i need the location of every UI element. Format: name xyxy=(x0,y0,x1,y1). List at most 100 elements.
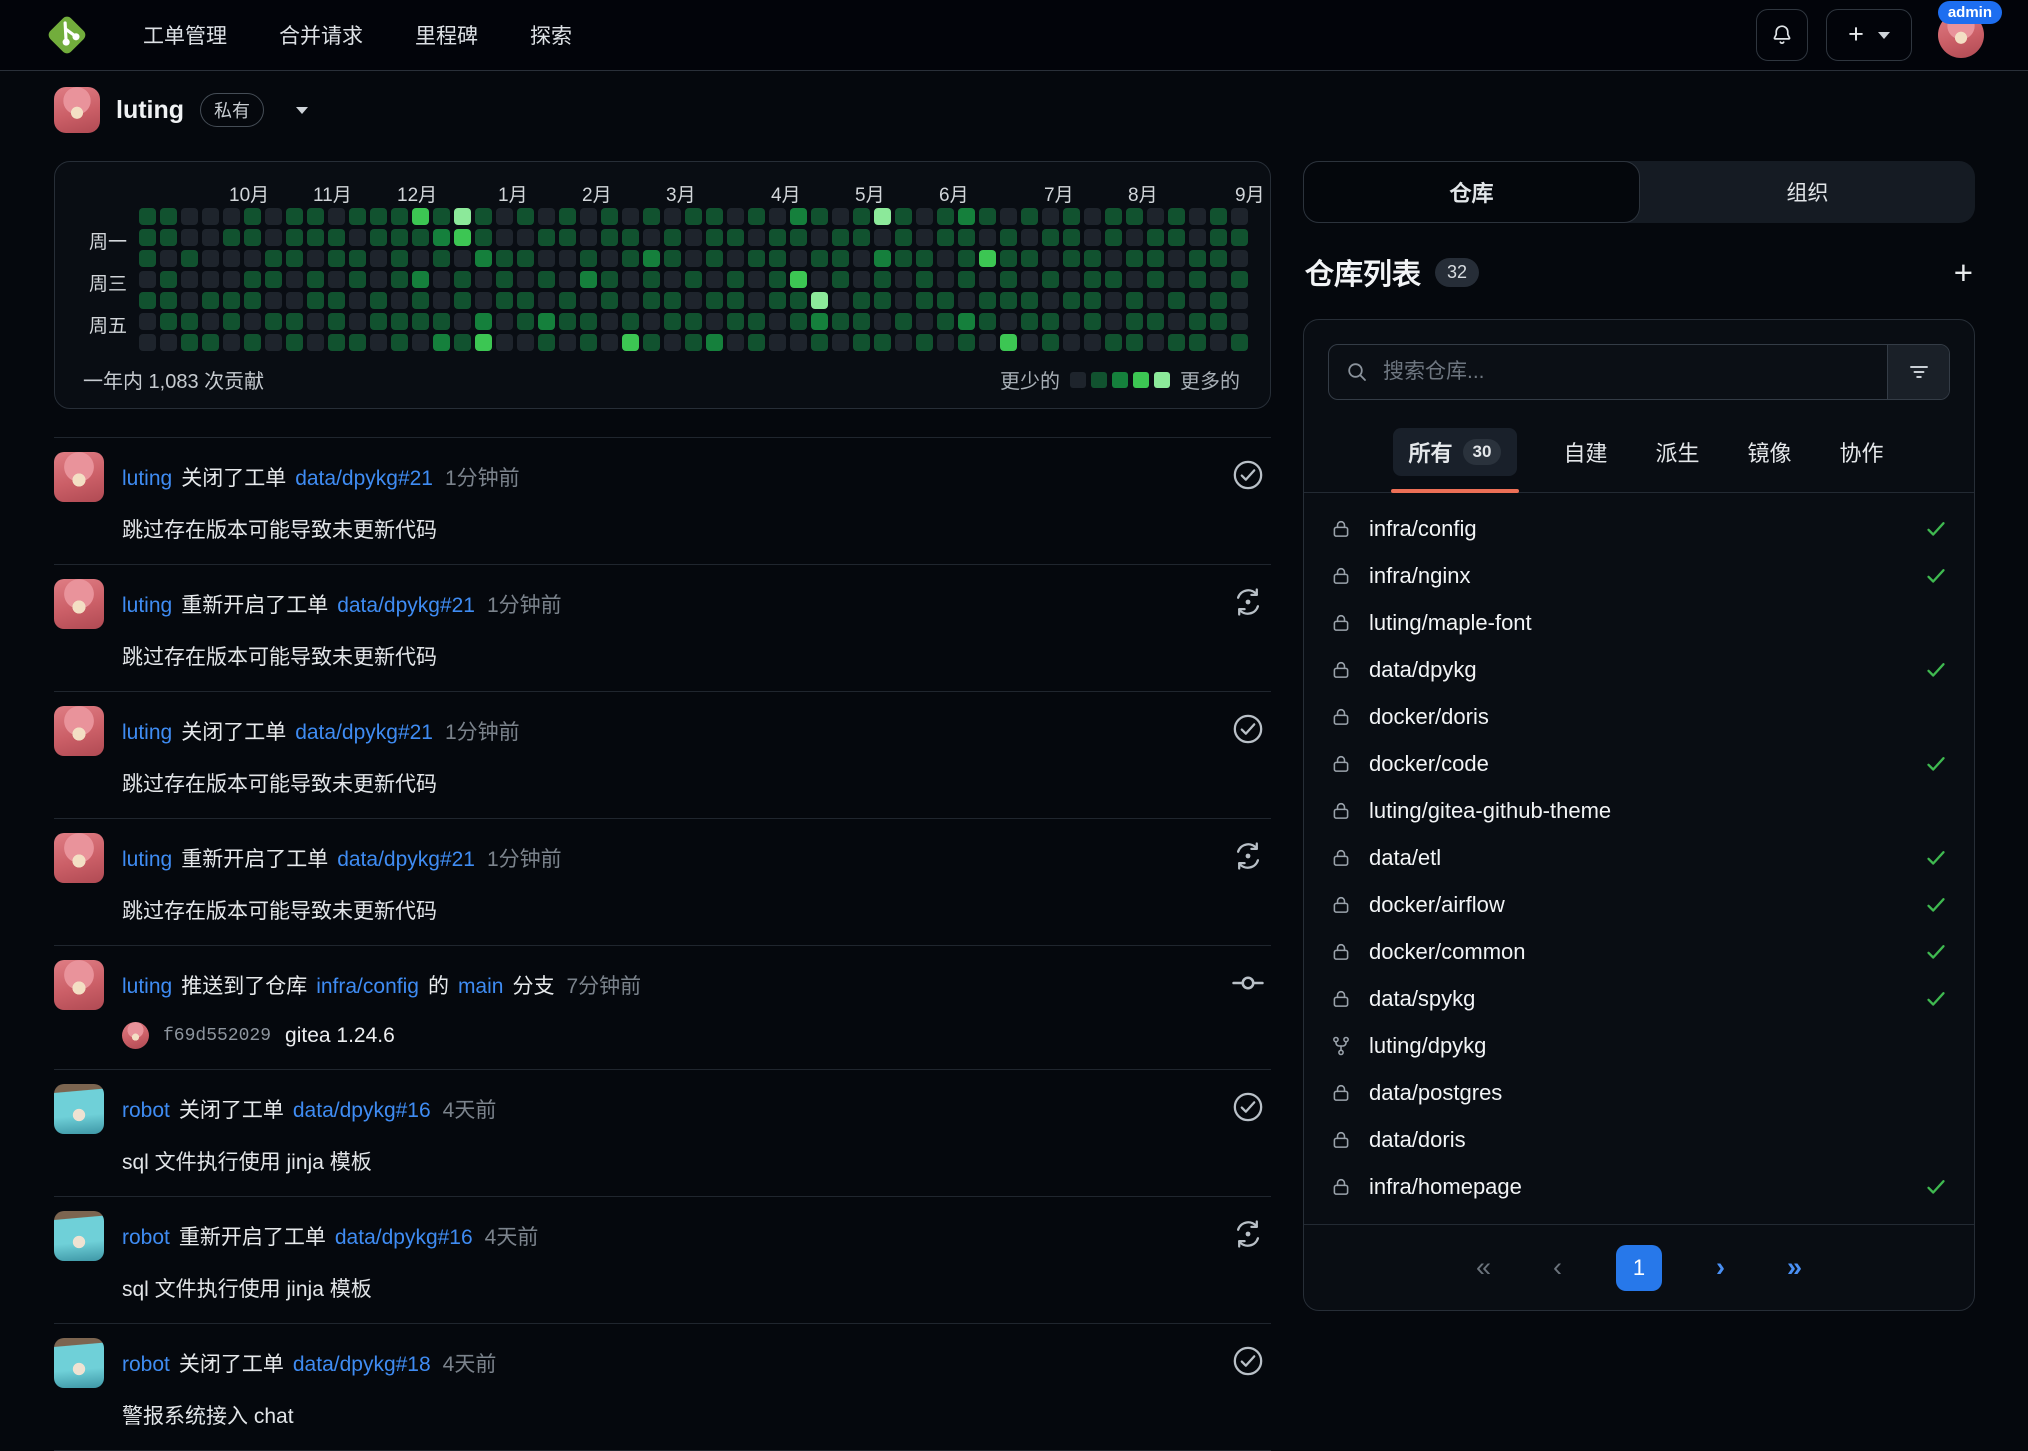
profile-username-link[interactable]: luting xyxy=(116,96,184,125)
heatmap-cell xyxy=(1231,208,1248,225)
pagination-next[interactable]: › xyxy=(1708,1252,1733,1283)
heatmap-week-column xyxy=(391,208,408,351)
commit-hash-link[interactable]: f69d552029 xyxy=(163,1026,271,1046)
repo-link[interactable]: docker/airflow xyxy=(1369,892,1505,918)
feed-target-link[interactable]: data/dpykg#16 xyxy=(335,1226,473,1250)
legend-cell xyxy=(1070,372,1086,388)
feed-user-link[interactable]: luting xyxy=(122,975,172,999)
filter-tab-forks[interactable]: 派生 xyxy=(1653,428,1701,476)
nav-item-milestones[interactable]: 里程碑 xyxy=(394,10,499,60)
pagination-prev[interactable]: ‹ xyxy=(1545,1252,1570,1283)
git-logo-icon xyxy=(44,12,90,58)
heatmap-week-column xyxy=(1189,208,1206,351)
feed-target-link[interactable]: data/dpykg#21 xyxy=(295,721,433,745)
feed-item-description: 跳过存在版本可能导致未更新代码 xyxy=(122,895,1271,925)
repo-link[interactable]: luting/gitea-github-theme xyxy=(1369,798,1611,824)
gitea-logo[interactable] xyxy=(44,12,90,58)
feed-timestamp: 1分钟前 xyxy=(445,716,520,746)
nav-item-pulls[interactable]: 合并请求 xyxy=(258,10,384,60)
tab-repositories[interactable]: 仓库 xyxy=(1303,161,1640,223)
pagination-last[interactable]: » xyxy=(1779,1252,1810,1283)
repo-link[interactable]: docker/doris xyxy=(1369,704,1489,730)
repo-link[interactable]: docker/code xyxy=(1369,751,1489,777)
feed-user-link[interactable]: robot xyxy=(122,1353,170,1377)
heatmap-cell xyxy=(223,229,240,246)
filter-tab-all[interactable]: 所有 30 xyxy=(1393,428,1518,476)
feed-branch-suffix: 分支 xyxy=(512,970,554,1000)
heatmap-cell xyxy=(622,334,639,351)
feed-item-description: sql 文件执行使用 jinja 模板 xyxy=(122,1273,1271,1303)
feed-user-link[interactable]: luting xyxy=(122,848,172,872)
heatmap-cell xyxy=(412,250,429,267)
repo-link[interactable]: docker/common xyxy=(1369,939,1526,965)
heatmap-cell xyxy=(412,292,429,309)
feed-branch-link[interactable]: main xyxy=(458,975,504,999)
feed-target-link[interactable]: data/dpykg#16 xyxy=(293,1099,431,1123)
heatmap-cell xyxy=(1189,271,1206,288)
heatmap-cell xyxy=(139,292,156,309)
feed-user-link[interactable]: robot xyxy=(122,1099,170,1123)
feed-target-link[interactable]: data/dpykg#21 xyxy=(337,594,475,618)
repo-link[interactable]: data/spykg xyxy=(1369,986,1475,1012)
heatmap-cell xyxy=(1189,334,1206,351)
repo-link[interactable]: data/postgres xyxy=(1369,1080,1502,1106)
heatmap-cell xyxy=(853,292,870,309)
repo-link[interactable]: infra/config xyxy=(1369,516,1477,542)
heatmap-cell xyxy=(958,292,975,309)
heatmap-cell xyxy=(727,292,744,309)
feed-target-link[interactable]: data/dpykg#21 xyxy=(337,848,475,872)
heatmap-cell xyxy=(601,271,618,288)
repo-link[interactable]: data/dpykg xyxy=(1369,657,1477,683)
repo-filter-button[interactable] xyxy=(1887,345,1949,399)
filter-tab-mirrors[interactable]: 镜像 xyxy=(1745,428,1793,476)
repo-search-input[interactable] xyxy=(1369,360,1887,384)
filter-tab-collaborative[interactable]: 协作 xyxy=(1837,428,1885,476)
heatmap-cell xyxy=(244,250,261,267)
repo-link[interactable]: luting/maple-font xyxy=(1369,610,1532,636)
notifications-button[interactable] xyxy=(1756,9,1808,61)
feed-target-link[interactable]: infra/config xyxy=(316,975,419,999)
repo-link[interactable]: data/etl xyxy=(1369,845,1441,871)
tab-organizations[interactable]: 组织 xyxy=(1640,161,1975,223)
feed-user-link[interactable]: luting xyxy=(122,721,172,745)
heatmap-cell xyxy=(1042,271,1059,288)
feed-target-link[interactable]: data/dpykg#21 xyxy=(295,467,433,491)
repo-link[interactable]: luting/dpykg xyxy=(1369,1033,1486,1059)
repo-link[interactable]: infra/nginx xyxy=(1369,563,1471,589)
heatmap-cell xyxy=(223,313,240,330)
repo-link[interactable]: data/doris xyxy=(1369,1127,1466,1153)
feed-action-text: 推送到了仓库 xyxy=(181,970,307,1000)
filter-tab-sources[interactable]: 自建 xyxy=(1561,428,1609,476)
feed-user-link[interactable]: luting xyxy=(122,594,172,618)
heatmap-legend: 更少的 更多的 xyxy=(996,365,1244,394)
heatmap-cell xyxy=(1105,208,1122,225)
feed-user-link[interactable]: robot xyxy=(122,1226,170,1250)
nav-item-issues[interactable]: 工单管理 xyxy=(122,10,248,60)
feed-target-link[interactable]: data/dpykg#18 xyxy=(293,1353,431,1377)
heatmap-cell xyxy=(496,334,513,351)
lock-icon xyxy=(1330,988,1352,1010)
heatmap-cell xyxy=(1021,271,1038,288)
pagination-current-page[interactable]: 1 xyxy=(1616,1245,1662,1291)
heatmap-cell xyxy=(559,250,576,267)
repo-link[interactable]: infra/homepage xyxy=(1369,1174,1522,1200)
heatmap-cell xyxy=(475,292,492,309)
add-repo-button[interactable]: + xyxy=(1954,256,1973,289)
heatmap-week-column xyxy=(643,208,660,351)
feed-user-link[interactable]: luting xyxy=(122,467,172,491)
pagination-first[interactable]: « xyxy=(1468,1252,1499,1283)
repo-row: infra/homepage xyxy=(1330,1163,1948,1210)
heatmap-cell xyxy=(1063,271,1080,288)
legend-cell xyxy=(1133,372,1149,388)
heatmap-weekday-label: 周三 xyxy=(89,269,127,296)
heatmap-cell xyxy=(622,292,639,309)
heatmap-cell xyxy=(391,271,408,288)
chevron-down-icon[interactable] xyxy=(296,107,308,114)
nav-item-explore[interactable]: 探索 xyxy=(509,10,593,60)
legend-less-label: 更少的 xyxy=(1000,365,1060,394)
user-menu[interactable]: admin xyxy=(1938,12,1984,58)
heatmap-cell xyxy=(1231,292,1248,309)
create-new-button[interactable]: + xyxy=(1826,9,1912,61)
heatmap-cell xyxy=(265,229,282,246)
heatmap-cell xyxy=(202,292,219,309)
